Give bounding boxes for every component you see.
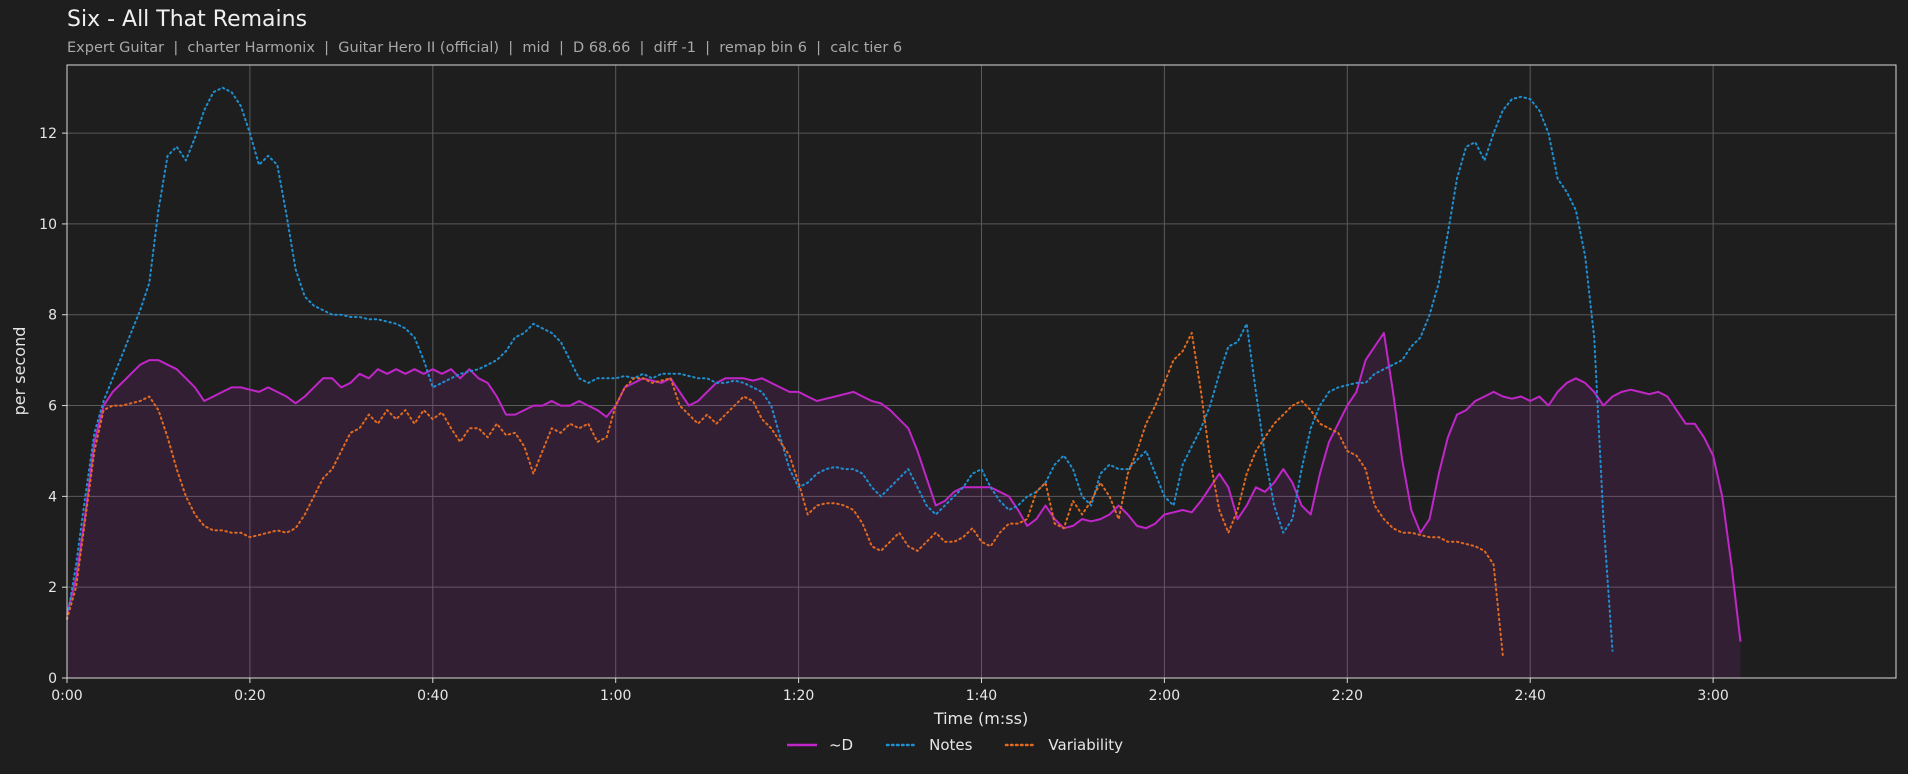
y-tick-label: 4 — [48, 489, 57, 505]
legend-item-notes[interactable]: Notes — [885, 736, 972, 754]
x-tick-label: 2:20 — [1332, 688, 1363, 704]
x-tick-label: 1:20 — [783, 688, 814, 704]
x-tick-label: 1:40 — [966, 688, 997, 704]
y-axis-ticks: 0 2 4 6 8 10 12 — [39, 126, 67, 687]
x-tick-label: 0:00 — [51, 688, 82, 704]
y-axis-label: per second — [10, 327, 29, 416]
legend-label-d: ~D — [828, 736, 854, 754]
x-axis-label: Time (m:ss) — [933, 709, 1028, 728]
x-tick-label: 3:00 — [1697, 688, 1728, 704]
legend-swatch-d — [786, 743, 817, 747]
y-tick-label: 12 — [39, 126, 57, 142]
y-tick-label: 0 — [48, 671, 57, 687]
legend-label-notes: Notes — [929, 736, 973, 754]
legend-item-variability[interactable]: Variability — [1004, 736, 1123, 754]
x-tick-label: 2:40 — [1514, 688, 1545, 704]
y-tick-label: 6 — [48, 399, 57, 415]
legend-label-variability: Variability — [1048, 736, 1124, 754]
legend-swatch-notes — [885, 743, 919, 747]
legend-swatch-variability — [1005, 743, 1038, 747]
x-tick-label: 0:40 — [417, 688, 448, 704]
chart-legend: ~D Notes Variability — [0, 736, 1908, 754]
y-tick-label: 8 — [48, 308, 57, 324]
chart-plot: 0:00 0:20 0:40 1:00 1:20 1:40 2:00 2:20 2:40 3:00… — [10, 64, 1897, 728]
x-tick-label: 1:00 — [600, 688, 631, 704]
x-tick-label: 2:00 — [1149, 688, 1180, 704]
y-tick-label: 2 — [48, 580, 57, 596]
legend-item-d[interactable]: ~D — [785, 736, 853, 754]
y-tick-label: 10 — [39, 217, 57, 233]
x-axis-ticks: 0:00 0:20 0:40 1:00 1:20 1:40 2:00 2:20 2:40 3:00 — [51, 678, 1729, 704]
x-tick-label: 0:20 — [234, 688, 265, 704]
